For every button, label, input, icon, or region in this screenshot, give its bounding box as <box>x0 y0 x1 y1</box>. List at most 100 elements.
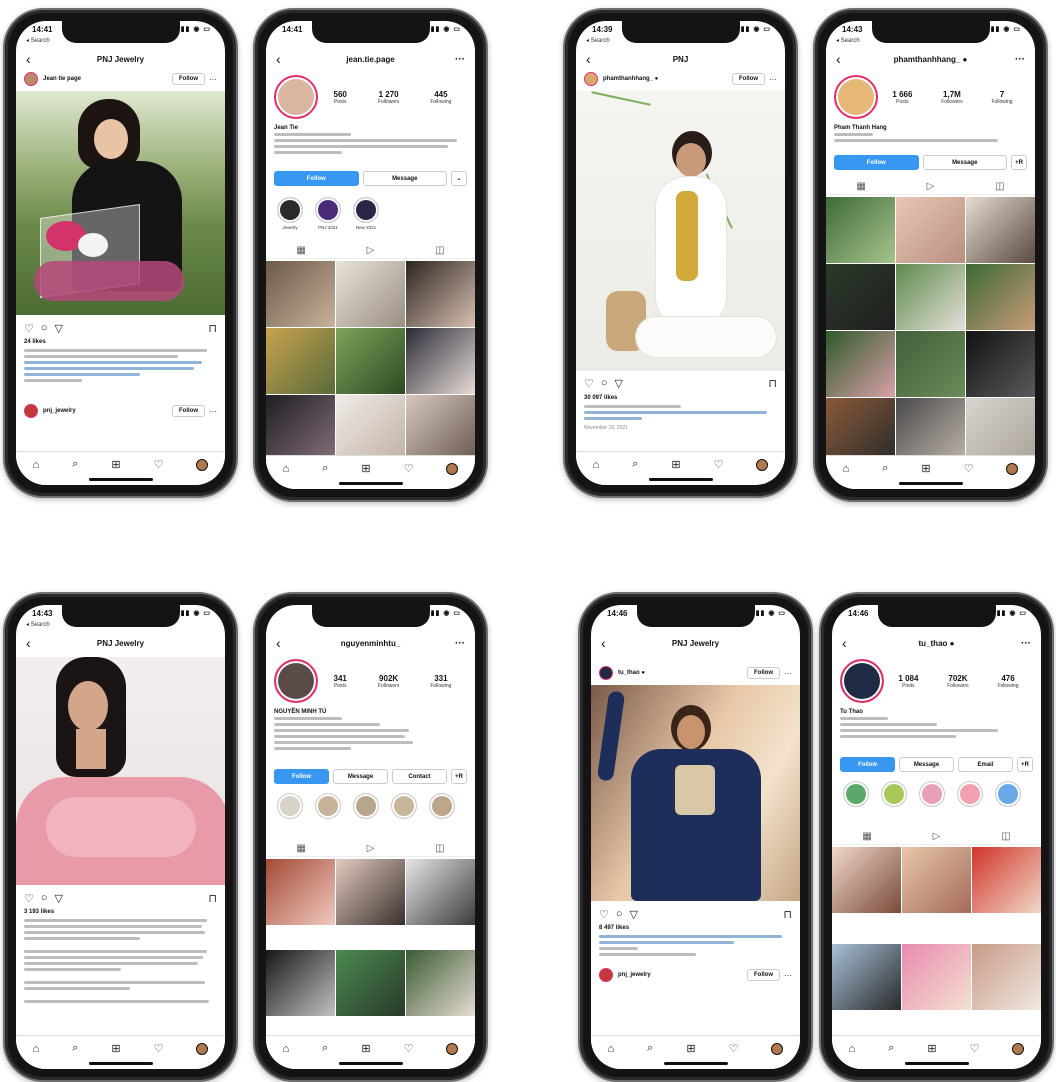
comment-icon[interactable]: ○ <box>601 377 608 389</box>
grid-post[interactable] <box>266 328 335 394</box>
activity-heart-icon[interactable]: ♡ <box>970 1042 980 1055</box>
more-options-icon[interactable]: ··· <box>209 75 217 84</box>
grid-post[interactable] <box>896 398 965 459</box>
likes-count[interactable]: 3 193 likes <box>24 909 54 915</box>
message-button[interactable]: Message <box>333 769 388 784</box>
grid-post[interactable] <box>896 264 965 330</box>
post-username[interactable]: pnj_jewelry <box>618 972 747 978</box>
new-post-icon[interactable]: ⊞ <box>671 458 680 471</box>
grid-post[interactable] <box>406 395 475 461</box>
back-arrow-icon[interactable]: ‹ <box>26 51 31 67</box>
follow-button[interactable]: Follow <box>274 171 359 186</box>
grid-post[interactable] <box>832 943 901 1010</box>
home-icon[interactable]: ⌂ <box>283 463 290 475</box>
suggested-accounts-button[interactable]: +R <box>1011 155 1027 170</box>
follow-button[interactable]: Follow <box>172 405 205 417</box>
grid-post[interactable] <box>832 847 901 913</box>
activity-heart-icon[interactable]: ♡ <box>404 1042 414 1055</box>
grid-post[interactable] <box>826 264 895 330</box>
follow-button[interactable]: Follow <box>747 969 780 981</box>
grid-post[interactable] <box>896 331 965 397</box>
post-username[interactable]: tu_thao ● <box>618 670 747 676</box>
back-to-search-link[interactable]: ◂ Search <box>26 37 50 44</box>
grid-post[interactable] <box>266 261 335 327</box>
search-icon[interactable]: ⌕ <box>322 462 328 475</box>
grid-post[interactable] <box>966 398 1035 459</box>
grid-tab-icon[interactable]: ▦ <box>296 245 305 256</box>
highlight-item[interactable] <box>916 781 948 809</box>
followers-stat[interactable]: 702K Followers <box>947 674 968 689</box>
profile-avatar-icon[interactable] <box>756 458 769 471</box>
likes-count[interactable]: 8 497 likes <box>599 925 629 931</box>
new-post-icon[interactable]: ⊞ <box>361 462 370 475</box>
back-to-search-link[interactable]: ◂ Search <box>586 37 610 44</box>
comment-icon[interactable]: ○ <box>41 322 48 334</box>
suggested-accounts-button[interactable]: ⌄ <box>451 171 467 186</box>
following-stat[interactable]: 331 Following <box>430 674 451 689</box>
grid-post[interactable] <box>336 328 405 394</box>
search-icon[interactable]: ⌕ <box>888 1042 894 1055</box>
activity-heart-icon[interactable]: ♡ <box>154 1042 164 1055</box>
new-post-icon[interactable]: ⊞ <box>111 1042 120 1055</box>
profile-avatar[interactable] <box>274 75 318 119</box>
bookmark-icon[interactable]: ⊓ <box>208 322 217 335</box>
search-icon[interactable]: ⌕ <box>72 458 78 471</box>
new-post-icon[interactable]: ⊞ <box>111 458 120 471</box>
suggested-accounts-button[interactable]: +R <box>451 769 467 784</box>
share-icon[interactable]: ▽ <box>615 377 623 390</box>
followers-stat[interactable]: 1,7M Followers <box>941 90 962 105</box>
back-arrow-icon[interactable]: ‹ <box>601 635 606 651</box>
back-arrow-icon[interactable]: ‹ <box>842 635 847 651</box>
message-button[interactable]: Message <box>899 757 954 772</box>
back-arrow-icon[interactable]: ‹ <box>26 635 31 651</box>
grid-post[interactable] <box>336 261 405 327</box>
more-options-icon[interactable]: ··· <box>209 407 217 416</box>
grid-post[interactable] <box>826 197 895 263</box>
more-options-icon[interactable]: ··· <box>455 54 465 65</box>
highlight-item[interactable] <box>878 781 910 809</box>
more-options-icon[interactable]: ··· <box>769 75 777 84</box>
grid-post[interactable] <box>966 264 1035 330</box>
followers-stat[interactable]: 1 270 Followers <box>378 90 399 105</box>
highlight-item[interactable] <box>350 793 382 821</box>
search-icon[interactable]: ⌕ <box>72 1042 78 1055</box>
bookmark-icon[interactable]: ⊓ <box>783 908 792 921</box>
post-username[interactable]: pnj_jewelry <box>43 408 172 414</box>
grid-post[interactable] <box>966 331 1035 397</box>
grid-post[interactable] <box>972 847 1041 913</box>
back-arrow-icon[interactable]: ‹ <box>586 51 591 67</box>
highlight-item[interactable] <box>312 793 344 821</box>
grid-post[interactable] <box>406 328 475 394</box>
highlight-item[interactable]: New 2021 <box>350 197 382 230</box>
avatar[interactable] <box>599 666 613 680</box>
highlight-item[interactable] <box>840 781 872 809</box>
like-icon[interactable]: ♡ <box>584 377 594 390</box>
avatar[interactable] <box>599 968 613 982</box>
reels-tab-icon[interactable]: ▷ <box>367 843 375 854</box>
profile-avatar-icon[interactable] <box>196 458 209 471</box>
reels-tab-icon[interactable]: ▷ <box>933 831 941 842</box>
highlight-item[interactable] <box>388 793 420 821</box>
grid-post[interactable] <box>972 943 1041 1010</box>
suggested-accounts-button[interactable]: +R <box>1017 757 1033 772</box>
highlight-item[interactable]: PNJ 2021 <box>312 197 344 230</box>
contact-button[interactable]: Contact <box>392 769 447 784</box>
bookmark-icon[interactable]: ⊓ <box>208 892 217 905</box>
highlight-item[interactable] <box>954 781 986 809</box>
grid-post[interactable] <box>826 398 895 459</box>
bookmark-icon[interactable]: ⊓ <box>768 377 777 390</box>
home-icon[interactable]: ⌂ <box>608 1043 615 1055</box>
profile-avatar[interactable] <box>834 75 878 119</box>
home-icon[interactable]: ⌂ <box>33 1043 40 1055</box>
profile-avatar-icon[interactable] <box>1012 1042 1025 1055</box>
grid-post[interactable] <box>902 943 971 1010</box>
follow-button[interactable]: Follow <box>834 155 919 170</box>
message-button[interactable]: Message <box>362 171 447 186</box>
follow-button[interactable]: Follow <box>747 667 780 679</box>
back-arrow-icon[interactable]: ‹ <box>276 635 281 651</box>
home-icon[interactable]: ⌂ <box>283 1043 290 1055</box>
grid-post[interactable] <box>406 949 475 1016</box>
grid-post[interactable] <box>902 847 971 913</box>
following-stat[interactable]: 7 Following <box>991 90 1012 105</box>
new-post-icon[interactable]: ⊞ <box>361 1042 370 1055</box>
